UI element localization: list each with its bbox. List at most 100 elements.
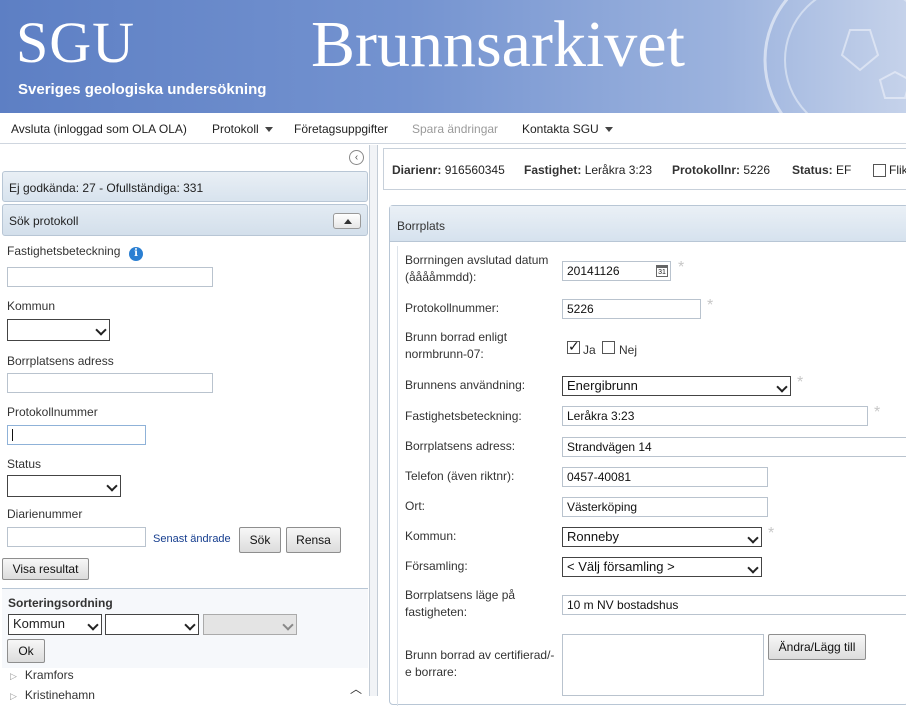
certifierad-textarea[interactable] bbox=[562, 634, 764, 696]
protokollnr-label: Protokollnummer bbox=[7, 405, 98, 419]
tree-item-kramfors[interactable]: Kramfors bbox=[10, 668, 74, 682]
anvandning-label: Brunnens användning: bbox=[405, 378, 526, 392]
flik-label: Flik bbox=[889, 163, 906, 177]
chevron-down-icon bbox=[95, 324, 107, 336]
andra-lagg-till-button[interactable]: Ändra/Lägg till bbox=[768, 634, 866, 660]
normbrunn-ja-checkbox[interactable] bbox=[567, 338, 580, 355]
search-panel: ‹ Ej godkända: 27 - Ofullständiga: 331 S… bbox=[0, 145, 370, 702]
lage-label: Borrplatsens läge på fastigheten: bbox=[405, 588, 516, 619]
adress-label: Borrplatsens adress bbox=[7, 354, 114, 368]
app-title: Brunnsarkivet bbox=[311, 8, 685, 81]
protokollnr-input[interactable]: 5226 bbox=[562, 299, 701, 319]
scroll-up-icon[interactable]: ︿ bbox=[350, 683, 366, 695]
kommun-label: Kommun bbox=[7, 299, 56, 313]
sgu-logo-subtitle: Sveriges geologiska undersökning bbox=[18, 81, 267, 98]
status-summary-bar[interactable]: Ej godkända: 27 - Ofullständiga: 331 bbox=[2, 171, 368, 202]
fastighet-info-value: Leråkra 3:23 bbox=[584, 163, 653, 177]
adress-input[interactable] bbox=[7, 373, 213, 393]
chevron-down-icon bbox=[87, 619, 99, 631]
rensa-button[interactable]: Rensa bbox=[286, 527, 341, 553]
normbrunn-nej-checkbox[interactable] bbox=[602, 341, 615, 354]
sort-ok-button[interactable]: Ok bbox=[7, 639, 45, 663]
fastighet-label: Fastighetsbeteckning bbox=[7, 244, 121, 258]
anvandning-select[interactable]: Energibrunn bbox=[562, 376, 791, 396]
flik-checkbox[interactable] bbox=[873, 164, 886, 177]
borrplats-section-header[interactable]: Borrplats bbox=[390, 206, 906, 242]
certifierad-label: Brunn borrad av certifierad/-e borrare: bbox=[405, 648, 555, 679]
status-info-value: EF bbox=[836, 163, 852, 177]
senast-andrade-link[interactable]: Senast ändrade bbox=[153, 533, 231, 545]
search-panel-title: Sök protokoll bbox=[9, 214, 79, 228]
foretagsuppgifter-menu-item[interactable]: Företagsuppgifter bbox=[294, 122, 388, 136]
info-icon[interactable]: i bbox=[129, 247, 143, 261]
panel-splitter[interactable] bbox=[370, 145, 378, 696]
forsamling-select[interactable]: < Välj församling > bbox=[562, 557, 762, 577]
protokollnr-info: Protokollnr: 5226 bbox=[672, 163, 770, 177]
sok-button[interactable]: Sök bbox=[239, 527, 281, 553]
protocol-detail-panel: Diarienr: 916560345 Fastighet: Leråkra 3… bbox=[379, 145, 906, 706]
kommun-select[interactable]: Ronneby bbox=[562, 527, 762, 547]
fastighet-info: Fastighet: Leråkra 3:23 bbox=[524, 163, 652, 177]
required-icon: * bbox=[874, 404, 881, 421]
calendar-icon[interactable]: 31 bbox=[656, 265, 668, 277]
chevron-down-icon bbox=[747, 532, 759, 544]
app-header: SGU Sveriges geologiska undersökning Bru… bbox=[0, 0, 906, 113]
collapse-up-icon[interactable] bbox=[333, 213, 361, 229]
diarienr-info: Diarienr: 916560345 bbox=[392, 163, 505, 177]
adress-label: Borrplatsens adress: bbox=[405, 439, 516, 453]
kommun-select[interactable] bbox=[7, 319, 110, 341]
sort-second-select[interactable] bbox=[105, 614, 199, 635]
status-info-label: Status: bbox=[792, 163, 833, 177]
fastighet-info-label: Fastighet: bbox=[524, 163, 582, 177]
borrplats-section: Borrplats Borrningen avslutad datum (ååå… bbox=[389, 205, 906, 706]
kommun-label: Kommun: bbox=[405, 529, 457, 543]
sort-order-box: Sorteringsordning Kommun Ok bbox=[2, 588, 368, 668]
status-label: Status bbox=[7, 457, 42, 471]
fastighet-input[interactable] bbox=[7, 267, 213, 287]
diarienr-info-label: Diarienr: bbox=[392, 163, 442, 177]
kontakta-menu-label: Kontakta SGU bbox=[522, 122, 599, 136]
search-panel-header[interactable]: Sök protokoll bbox=[2, 204, 368, 236]
chevron-down-icon bbox=[604, 127, 613, 133]
logout-menu-item[interactable]: Avsluta (inloggad som OLA OLA) bbox=[11, 122, 187, 136]
sort-first-select[interactable]: Kommun bbox=[8, 614, 102, 635]
diarienr-input[interactable] bbox=[7, 527, 146, 547]
required-icon: * bbox=[768, 525, 775, 542]
normbrunn-label: Brunn borrad enligt normbrunn-07: bbox=[405, 330, 508, 361]
protocol-info-bar: Diarienr: 916560345 Fastighet: Leråkra 3… bbox=[383, 148, 906, 190]
normbrunn-ja-label: Ja bbox=[583, 343, 596, 357]
protokollnr-label: Protokollnummer: bbox=[405, 301, 500, 315]
kontakta-menu[interactable]: Kontakta SGU bbox=[522, 122, 613, 136]
spara-andringar-menu-item[interactable]: Spara ändringar bbox=[412, 122, 498, 136]
chevron-down-icon bbox=[282, 619, 294, 631]
sgu-logo[interactable]: SGU bbox=[16, 14, 135, 72]
required-icon: * bbox=[707, 297, 714, 314]
adress-input[interactable]: Strandvägen 14 bbox=[562, 437, 906, 457]
visa-resultat-button[interactable]: Visa resultat bbox=[2, 558, 89, 580]
chevron-down-icon bbox=[747, 562, 759, 574]
sgu-seal-emblem bbox=[763, 0, 906, 113]
status-select[interactable] bbox=[7, 475, 121, 497]
collapse-panel-icon[interactable]: ‹ bbox=[349, 150, 364, 165]
diarienr-info-value: 916560345 bbox=[444, 163, 505, 177]
fastighet-input[interactable]: Leråkra 3:23 bbox=[562, 406, 868, 426]
telefon-input[interactable]: 0457-40081 bbox=[562, 467, 768, 487]
required-icon: * bbox=[678, 259, 685, 276]
protokoll-menu-label: Protokoll bbox=[212, 122, 259, 136]
chevron-down-icon bbox=[776, 381, 788, 393]
borrplats-form: Borrningen avslutad datum (ååååmmdd): 20… bbox=[397, 246, 906, 706]
chevron-down-icon bbox=[184, 619, 196, 631]
sort-third-select[interactable] bbox=[203, 614, 297, 635]
datum-label: Borrningen avslutad datum (ååååmmdd): bbox=[405, 253, 549, 284]
diarienr-label: Diarienummer bbox=[7, 507, 83, 521]
protokollnr-input[interactable] bbox=[7, 425, 146, 445]
chevron-down-icon bbox=[106, 480, 118, 492]
datum-input[interactable]: 20141126 bbox=[562, 261, 671, 281]
lage-input[interactable]: 10 m NV bostadshus bbox=[562, 595, 906, 615]
ort-input[interactable]: Västerköping bbox=[562, 497, 768, 517]
telefon-label: Telefon (även riktnr): bbox=[405, 469, 515, 483]
protokoll-menu[interactable]: Protokoll bbox=[212, 122, 273, 136]
fastighet-label: Fastighetsbeteckning: bbox=[405, 409, 522, 423]
tree-item-kristinehamn[interactable]: Kristinehamn bbox=[10, 688, 95, 702]
sort-order-title: Sorteringsordning bbox=[8, 596, 113, 610]
